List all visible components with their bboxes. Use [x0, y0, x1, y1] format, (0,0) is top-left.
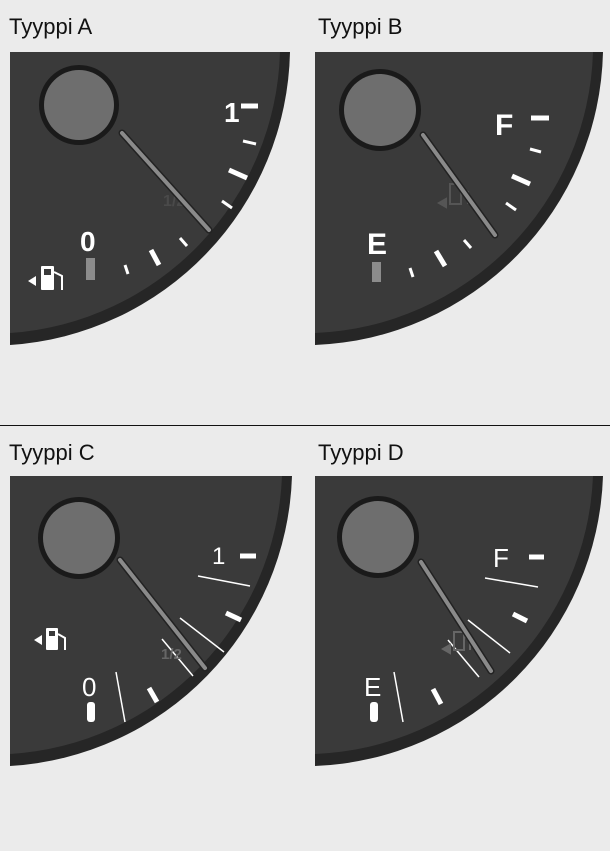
panel-title: Tyyppi B	[318, 14, 403, 39]
empty-mark-label: E	[367, 228, 387, 261]
fuel-gauge-type-d: F E	[315, 476, 603, 766]
needle-hub	[342, 501, 414, 573]
needle-hub	[44, 70, 114, 140]
needle-hub	[43, 502, 115, 574]
gauge-panel-type-d: F E Tyyppi D	[305, 426, 610, 851]
full-mark-label: 1	[224, 97, 240, 128]
fuel-gauge-type-a: 1 1/2 0	[10, 52, 290, 345]
fuel-gauge-type-c: 1 1/2 0	[10, 476, 292, 766]
empty-mark-label: 0	[80, 226, 96, 257]
full-mark-label: F	[493, 543, 509, 573]
needle-hub	[344, 74, 416, 146]
low-fuel-mark	[86, 258, 95, 280]
empty-mark-label: 0	[82, 672, 96, 702]
gauge-panel-type-a: 1 1/2 0 Tyyppi A	[0, 0, 305, 425]
gauge-panel-type-b: F E Tyyppi B	[305, 0, 610, 425]
low-fuel-mark	[370, 702, 378, 722]
fuel-gauge-type-b: F E	[315, 52, 603, 345]
empty-mark-label: E	[364, 672, 381, 702]
panel-title: Tyyppi C	[9, 440, 95, 465]
half-mark-label: 1/2	[161, 646, 182, 663]
gauge-panel-type-c: 1 1/2 0 Tyyppi C	[0, 426, 305, 851]
panel-title: Tyyppi A	[9, 14, 93, 39]
panel-title: Tyyppi D	[318, 440, 404, 465]
low-fuel-mark	[87, 702, 95, 722]
low-fuel-mark	[372, 262, 381, 282]
full-mark-label: 1	[212, 543, 225, 570]
full-mark-label: F	[495, 109, 513, 142]
